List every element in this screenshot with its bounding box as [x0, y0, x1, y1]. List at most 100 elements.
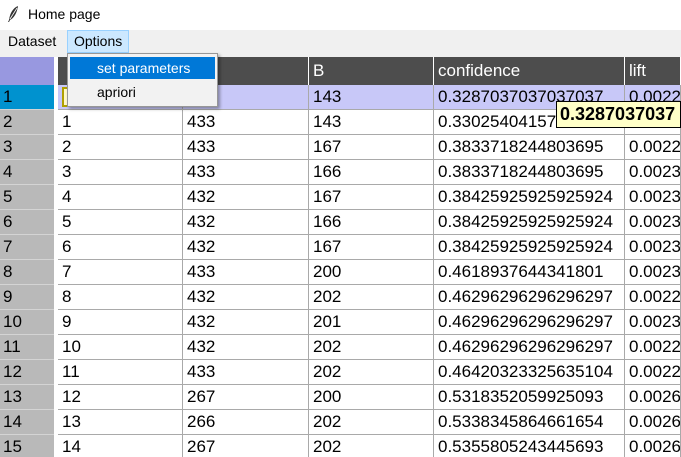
table-cell[interactable]: 10	[58, 335, 183, 360]
column-header-b[interactable]: B	[309, 57, 434, 85]
table-cell[interactable]: 0.5318352059925093	[434, 385, 625, 410]
table-cell[interactable]: 0.38425925925925924	[434, 235, 625, 260]
table-cell[interactable]: 0.0022	[625, 285, 681, 310]
row-number[interactable]: 6	[0, 210, 54, 235]
table-corner[interactable]	[0, 57, 54, 85]
table-cell[interactable]: 0.38425925925925924	[434, 210, 625, 235]
table-row[interactable]: 5 4 432 167 0.38425925925925924 0.0023	[0, 185, 681, 210]
row-number[interactable]: 8	[0, 260, 54, 285]
row-number[interactable]: 7	[0, 235, 54, 260]
table-cell[interactable]: 143	[309, 110, 434, 135]
table-cell[interactable]: 0.0026	[625, 410, 681, 435]
table-cell[interactable]: 6	[58, 235, 183, 260]
table-cell[interactable]: 267	[183, 385, 309, 410]
table-cell[interactable]: 433	[183, 260, 309, 285]
column-header-lift[interactable]: lift	[625, 57, 681, 85]
table-cell[interactable]: 0.5338345864661654	[434, 410, 625, 435]
row-number[interactable]: 15	[0, 435, 54, 457]
table-cell[interactable]: 0.5355805243445693	[434, 435, 625, 457]
table-cell[interactable]: 0.0026	[625, 435, 681, 457]
column-header-confidence[interactable]: confidence	[434, 57, 625, 85]
table-row[interactable]: 13 12 267 200 0.5318352059925093 0.0026	[0, 385, 681, 410]
table-cell[interactable]: 2	[58, 135, 183, 160]
table-cell[interactable]: 200	[309, 385, 434, 410]
table-cell[interactable]: 167	[309, 235, 434, 260]
table-row[interactable]: 12 11 433 202 0.46420323325635104 0.0022	[0, 360, 681, 385]
row-number[interactable]: 3	[0, 135, 54, 160]
table-cell[interactable]: 3	[58, 160, 183, 185]
row-number[interactable]: 9	[0, 285, 54, 310]
table-cell[interactable]: 1	[58, 110, 183, 135]
table-cell[interactable]: 0.0022	[625, 135, 681, 160]
row-number[interactable]: 5	[0, 185, 54, 210]
table-cell[interactable]: 433	[183, 110, 309, 135]
table-row[interactable]: 11 10 432 202 0.46296296296296297 0.0022	[0, 335, 681, 360]
table-cell[interactable]: 0.0022	[625, 335, 681, 360]
row-number[interactable]: 13	[0, 385, 54, 410]
table-cell[interactable]: 202	[309, 335, 434, 360]
table-cell[interactable]: 432	[183, 335, 309, 360]
table-cell[interactable]: 166	[309, 210, 434, 235]
row-number[interactable]: 14	[0, 410, 54, 435]
table-row[interactable]: 3 2 433 167 0.3833718244803695 0.0022	[0, 135, 681, 160]
table-cell[interactable]: 433	[183, 135, 309, 160]
table-cell[interactable]: 0.0023	[625, 160, 681, 185]
table-cell[interactable]: 12	[58, 385, 183, 410]
table-cell[interactable]: 0.0023	[625, 185, 681, 210]
table-cell[interactable]: 432	[183, 210, 309, 235]
menu-item-apriori[interactable]: apriori	[70, 81, 215, 103]
table-row[interactable]: 4 3 433 166 0.3833718244803695 0.0023	[0, 160, 681, 185]
table-cell[interactable]: 8	[58, 285, 183, 310]
row-number[interactable]: 11	[0, 335, 54, 360]
row-number[interactable]: 4	[0, 160, 54, 185]
table-cell[interactable]: 200	[309, 260, 434, 285]
table-cell[interactable]: 0.0023	[625, 235, 681, 260]
table-cell[interactable]: 11	[58, 360, 183, 385]
table-cell[interactable]: 167	[309, 185, 434, 210]
table-cell[interactable]: 167	[309, 135, 434, 160]
table-cell[interactable]: 433	[183, 160, 309, 185]
table-cell[interactable]: 433	[183, 360, 309, 385]
table-row[interactable]: 15 14 267 202 0.5355805243445693 0.0026	[0, 435, 681, 457]
table-cell[interactable]: 0.0026	[625, 385, 681, 410]
table-cell[interactable]: 0.4618937644341801	[434, 260, 625, 285]
table-cell[interactable]: 0.3833718244803695	[434, 160, 625, 185]
table-row[interactable]: 9 8 432 202 0.46296296296296297 0.0022	[0, 285, 681, 310]
table-cell[interactable]: 0.46296296296296297	[434, 285, 625, 310]
menu-options[interactable]: Options	[67, 30, 130, 53]
menu-item-set-parameters[interactable]: set parameters	[70, 57, 215, 79]
table-cell[interactable]: 0.0023	[625, 260, 681, 285]
row-number[interactable]: 1	[0, 85, 54, 110]
table-cell[interactable]: 266	[183, 410, 309, 435]
table-cell[interactable]: 0.46296296296296297	[434, 310, 625, 335]
table-cell[interactable]: 7	[58, 260, 183, 285]
table-cell[interactable]: 202	[309, 360, 434, 385]
row-number[interactable]: 12	[0, 360, 54, 385]
table-cell[interactable]: 432	[183, 185, 309, 210]
table-cell[interactable]: 202	[309, 285, 434, 310]
table-cell[interactable]: 13	[58, 410, 183, 435]
table-row[interactable]: 6 5 432 166 0.38425925925925924 0.0023	[0, 210, 681, 235]
table-cell[interactable]: 0.3833718244803695	[434, 135, 625, 160]
table-row[interactable]: 8 7 433 200 0.4618937644341801 0.0023	[0, 260, 681, 285]
table-row[interactable]: 7 6 432 167 0.38425925925925924 0.0023	[0, 235, 681, 260]
table-cell[interactable]: 5	[58, 210, 183, 235]
table-cell[interactable]: 432	[183, 310, 309, 335]
table-cell[interactable]: 432	[183, 285, 309, 310]
table-cell[interactable]: 0.46420323325635104	[434, 360, 625, 385]
table-row[interactable]: 10 9 432 201 0.46296296296296297 0.0023	[0, 310, 681, 335]
table-row[interactable]: 14 13 266 202 0.5338345864661654 0.0026	[0, 410, 681, 435]
table-cell[interactable]: 0.0023	[625, 210, 681, 235]
table-cell[interactable]: 432	[183, 235, 309, 260]
table-cell[interactable]: 0.38425925925925924	[434, 185, 625, 210]
table-cell[interactable]: 267	[183, 435, 309, 457]
table-cell[interactable]: 4	[58, 185, 183, 210]
table-cell[interactable]: 0.46296296296296297	[434, 335, 625, 360]
table-cell[interactable]: 202	[309, 410, 434, 435]
table-cell[interactable]: 9	[58, 310, 183, 335]
table-cell[interactable]: 201	[309, 310, 434, 335]
row-number[interactable]: 2	[0, 110, 54, 135]
table-cell[interactable]: 202	[309, 435, 434, 457]
table-cell[interactable]: 14	[58, 435, 183, 457]
table-cell[interactable]: 0.0023	[625, 310, 681, 335]
